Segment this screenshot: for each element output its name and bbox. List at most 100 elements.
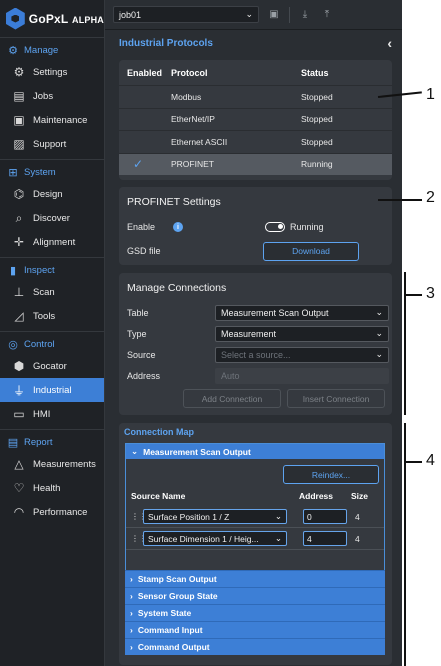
chevron-down-icon: ⌄: [375, 349, 383, 359]
chevron-down-icon: ⌄: [274, 533, 282, 543]
sidebar-header-system[interactable]: ⊞ System: [0, 162, 104, 182]
sidebar-header-report[interactable]: ▤ Report: [0, 432, 104, 452]
manage-connections-card: Manage Connections Table Measurement Sca…: [119, 273, 392, 415]
sidebar-item-gocator[interactable]: ⬢ Gocator: [0, 354, 104, 378]
map-columns: Source Name Address Size: [131, 491, 369, 501]
map-group-sensor-group-state[interactable]: › Sensor Group State: [125, 587, 385, 604]
discover-icon: ⌕: [15, 210, 23, 225]
drag-handle-icon[interactable]: ⋮⋮: [126, 534, 147, 543]
sidebar-item-settings[interactable]: ⚙ Settings: [0, 60, 104, 84]
sidebar-header-control[interactable]: ◎ Control: [0, 334, 104, 354]
address-row: Address Auto: [119, 365, 392, 386]
control-icon: ◎: [8, 338, 18, 351]
sidebar-item-design[interactable]: ⌬ Design: [0, 182, 104, 206]
type-select[interactable]: Measurement ⌄: [215, 325, 389, 342]
sidebar-item-support[interactable]: ▨ Support: [0, 132, 104, 156]
source-row: Source Select a source... ⌄: [119, 344, 392, 365]
source-select[interactable]: Select a source... ⌄: [215, 346, 389, 363]
sidebar-item-performance[interactable]: ◠ Performance: [0, 500, 104, 524]
type-row: Type Measurement ⌄: [119, 323, 392, 344]
checkmark-icon[interactable]: ✓: [119, 157, 165, 171]
map-row: ⋮⋮ Surface Dimension 1 / Heig... ⌄ 4 4: [126, 528, 384, 550]
chevron-right-icon: ›: [130, 608, 133, 618]
scan-icon: ⊥: [13, 285, 25, 299]
size-value: 4: [355, 533, 360, 544]
hmi-icon: ▭: [13, 407, 25, 421]
address-field[interactable]: 4: [303, 531, 347, 546]
callout-line-2: [378, 199, 422, 201]
import-icon[interactable]: ⤓: [298, 8, 312, 22]
manage-connections-title: Manage Connections: [127, 282, 227, 294]
job-select[interactable]: job01 ⌄: [113, 6, 259, 23]
sidebar-item-health[interactable]: ♡ Health: [0, 476, 104, 500]
toolbar-divider: [289, 6, 290, 23]
support-icon: ▨: [13, 137, 25, 151]
insert-connection-button[interactable]: Insert Connection: [287, 389, 385, 408]
design-icon: ⌬: [13, 187, 25, 201]
protocol-row-modbus[interactable]: Modbus Stopped: [119, 85, 392, 108]
gear-icon: ⚙: [13, 65, 25, 79]
callout-number-4: 4: [426, 452, 435, 469]
source-name-select[interactable]: Surface Dimension 1 / Heig... ⌄: [143, 531, 287, 546]
callout-line-4: [404, 461, 422, 463]
sidebar-item-discover[interactable]: ⌕ Discover: [0, 206, 104, 230]
map-group-command-output[interactable]: › Command Output: [125, 638, 385, 655]
profinet-settings-card: PROFINET Settings Enable i Running GSD f…: [119, 187, 392, 265]
sidebar-item-measurements[interactable]: △ Measurements: [0, 452, 104, 476]
add-connection-button[interactable]: Add Connection: [183, 389, 281, 408]
protocol-row-ethernet-ip[interactable]: EtherNet/IP Stopped: [119, 107, 392, 131]
map-group-command-input[interactable]: › Command Input: [125, 621, 385, 638]
chevron-down-icon: ⌄: [375, 307, 383, 317]
brand-edition: ALPHA: [72, 14, 104, 25]
chevron-right-icon: ›: [130, 642, 133, 652]
drag-handle-icon[interactable]: ⋮⋮: [126, 512, 147, 521]
chevron-down-icon: ⌄: [375, 328, 383, 338]
enable-toggle[interactable]: [265, 222, 285, 232]
connection-map-card: Connection Map ⌄ Measurement Scan Output …: [119, 423, 392, 665]
sidebar-header-manage[interactable]: ⚙ Manage: [0, 40, 104, 60]
sidebar-item-maintenance[interactable]: ▣ Maintenance: [0, 108, 104, 132]
protocol-row-profinet[interactable]: ✓ PROFINET Running: [119, 152, 392, 175]
sidebar-item-hmi[interactable]: ▭ HMI: [0, 402, 104, 426]
map-group-system-state[interactable]: › System State: [125, 604, 385, 621]
sidebar-item-jobs[interactable]: ▤ Jobs: [0, 84, 104, 108]
logo-icon: [6, 7, 25, 30]
map-group-open: ⌄ Measurement Scan Output Reindex... Sour…: [125, 443, 385, 573]
profinet-settings-title: PROFINET Settings: [127, 196, 221, 208]
map-group-header[interactable]: ⌄ Measurement Scan Output: [126, 444, 384, 459]
jobs-icon: ▤: [13, 89, 25, 103]
reindex-button[interactable]: Reindex...: [283, 465, 379, 484]
sidebar-section-inspect: ▮ Inspect ⊥ Scan ◿ Tools: [0, 258, 104, 332]
sidebar-item-alignment[interactable]: ✛ Alignment: [0, 230, 104, 254]
sidebar-item-tools[interactable]: ◿ Tools: [0, 304, 104, 328]
chevron-right-icon: ›: [130, 591, 133, 601]
download-button[interactable]: Download: [263, 241, 359, 261]
health-icon: ♡: [13, 481, 25, 495]
sidebar-section-report: ▤ Report △ Measurements ♡ Health ◠ Performan…: [0, 430, 104, 527]
connection-map-title: Connection Map: [124, 427, 194, 437]
map-row: ⋮⋮ Surface Position 1 / Z ⌄ 0 4: [126, 506, 384, 528]
enable-row: Enable i Running: [127, 222, 324, 232]
callout-bracket-4: [404, 423, 406, 666]
gsd-row: GSD file Download: [119, 239, 392, 263]
sidebar-item-scan[interactable]: ⊥ Scan: [0, 280, 104, 304]
alignment-icon: ✛: [13, 235, 25, 249]
brand-logo: GoPxL ALPHA: [0, 0, 104, 38]
export-icon[interactable]: ⤒: [320, 8, 334, 22]
sidebar-section-control: ◎ Control ⬢ Gocator ⏚ Industrial ▭ HMI: [0, 332, 104, 430]
info-icon[interactable]: i: [173, 222, 183, 232]
chevron-right-icon: ›: [130, 625, 133, 635]
save-icon[interactable]: ▣: [267, 8, 281, 22]
collapse-chevron-icon[interactable]: ‹: [387, 35, 392, 51]
address-field[interactable]: 0: [303, 509, 347, 524]
source-name-select[interactable]: Surface Position 1 / Z ⌄: [143, 509, 287, 524]
protocol-row-ethernet-ascii[interactable]: Ethernet ASCII Stopped: [119, 130, 392, 153]
gears-icon: ⚙: [8, 44, 18, 57]
chevron-right-icon: ›: [130, 574, 133, 584]
sidebar-item-industrial[interactable]: ⏚ Industrial: [0, 378, 104, 402]
address-input[interactable]: Auto: [215, 367, 389, 384]
table-select[interactable]: Measurement Scan Output ⌄: [215, 304, 389, 321]
report-icon: ▤: [7, 436, 19, 449]
map-group-stamp-scan-output[interactable]: › Stamp Scan Output: [125, 570, 385, 587]
sidebar-header-inspect[interactable]: ▮ Inspect: [0, 260, 104, 280]
